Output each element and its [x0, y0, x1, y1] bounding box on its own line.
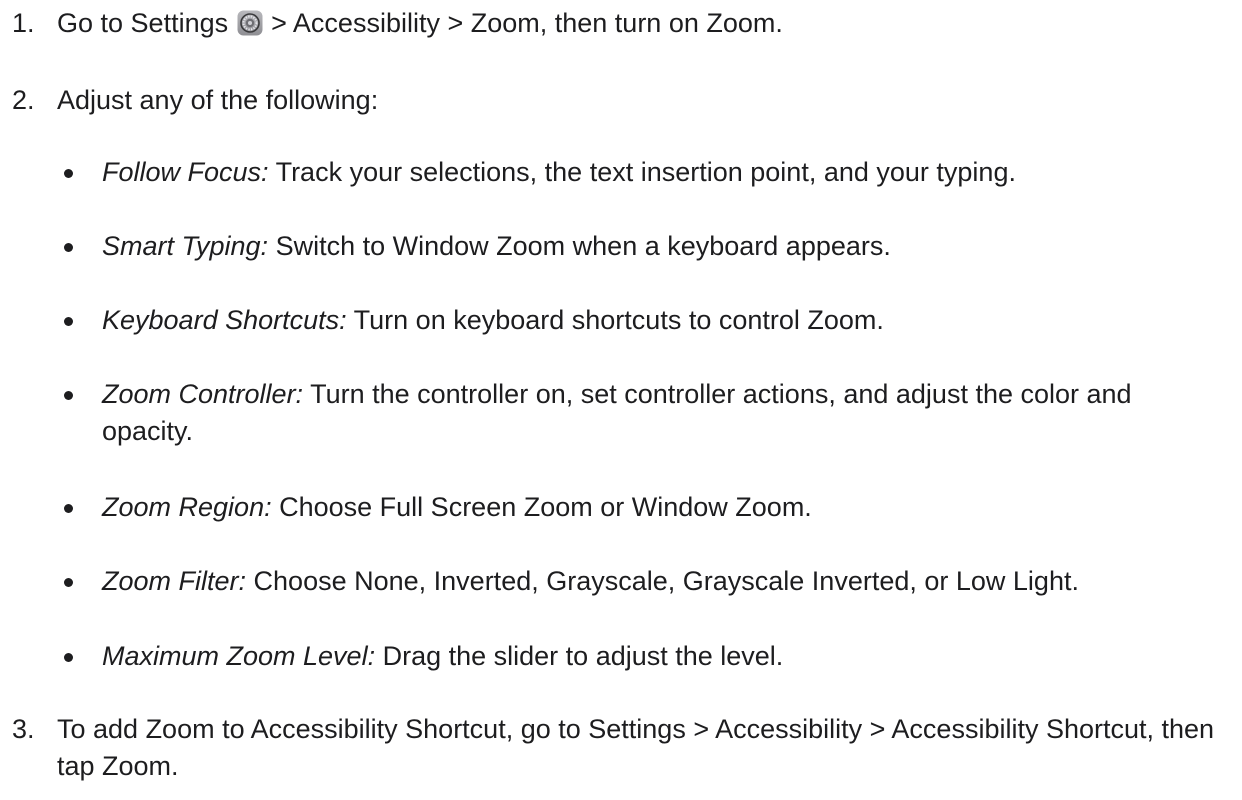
bullet-icon	[64, 317, 73, 326]
option-description: Switch to Window Zoom when a keyboard ap…	[275, 231, 891, 261]
option-description: Turn on keyboard shortcuts to control Zo…	[353, 305, 884, 335]
step-number: 2.	[12, 85, 35, 115]
bullet-icon	[64, 578, 73, 587]
option-term: Maximum Zoom Level:	[102, 641, 376, 671]
step-text: Go to Settings > Accessibility > Zoom, t…	[57, 5, 1217, 42]
step-text: To add Zoom to Accessibility Shortcut, g…	[57, 714, 1215, 781]
step-text: Adjust any of the following:	[57, 85, 379, 115]
bullet-icon	[64, 169, 73, 178]
step-text-after-icon: > Accessibility > Zoom, then turn on Zoo…	[271, 8, 783, 38]
option-description: Choose Full Screen Zoom or Window Zoom.	[279, 492, 812, 522]
option-term: Follow Focus:	[102, 157, 269, 187]
option-description: Drag the slider to adjust the level.	[382, 641, 784, 671]
bullet-icon	[64, 504, 73, 513]
option-term: Keyboard Shortcuts:	[102, 305, 347, 335]
step-number: 1.	[12, 8, 35, 38]
instructions-document: 1. Go to Settings > Accessibility > Zoom…	[0, 0, 1242, 800]
bullet-icon	[64, 391, 73, 400]
bullet-icon	[64, 243, 73, 252]
option-term: Zoom Filter:	[102, 566, 247, 596]
settings-gear-icon	[237, 9, 263, 36]
option-term: Smart Typing:	[102, 231, 269, 261]
bullet-icon	[64, 653, 73, 662]
option-description: Choose None, Inverted, Grayscale, Graysc…	[253, 566, 1079, 596]
option-term: Zoom Controller:	[102, 379, 304, 409]
option-description: Track your selections, the text insertio…	[275, 157, 1016, 187]
step-text-before-icon: Go to Settings	[57, 8, 229, 38]
option-term: Zoom Region:	[102, 492, 272, 522]
step-number: 3.	[12, 714, 35, 744]
